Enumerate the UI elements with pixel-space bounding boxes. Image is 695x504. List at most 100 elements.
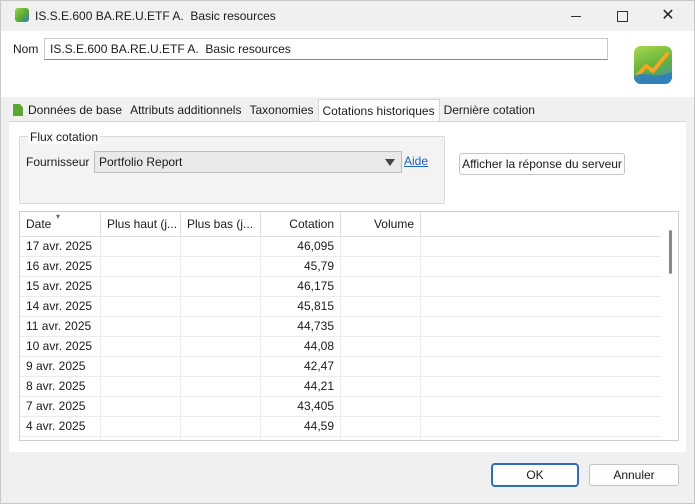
cell-low xyxy=(181,437,261,440)
cell-volume xyxy=(341,337,421,356)
maximize-icon xyxy=(616,10,628,22)
table-row[interactable]: 17 avr. 2025 46,095 xyxy=(20,237,661,257)
cell-filler xyxy=(421,297,661,316)
cell-date: 7 avr. 2025 xyxy=(20,397,101,416)
cell-filler xyxy=(421,257,661,276)
column-header-filler xyxy=(421,212,661,236)
table-row[interactable]: 15 avr. 2025 46,175 xyxy=(20,277,661,297)
cell-low xyxy=(181,277,261,296)
cell-date: 8 avr. 2025 xyxy=(20,377,101,396)
title-bar[interactable]: IS.S.E.600 BA.RE.U.ETF A. Basic resource… xyxy=(1,1,694,31)
table-body: 17 avr. 2025 46,095 16 avr. 2025 45,79 15 av… xyxy=(20,237,661,440)
table-row[interactable]: 9 avr. 2025 42,47 xyxy=(20,357,661,377)
cell-filler xyxy=(421,437,661,440)
table-row[interactable]: 16 avr. 2025 45,79 xyxy=(20,257,661,277)
name-label: Nom xyxy=(13,42,39,56)
cell-date: 4 avr. 2025 xyxy=(20,417,101,436)
cell-date: 9 avr. 2025 xyxy=(20,357,101,376)
cell-volume xyxy=(341,397,421,416)
cell-filler xyxy=(421,397,661,416)
tab-donnees-de-base[interactable]: Données de base xyxy=(9,99,126,121)
cell-close: 46,095 xyxy=(261,237,341,256)
cell-date: 17 avr. 2025 xyxy=(20,237,101,256)
cell-date: 14 avr. 2025 xyxy=(20,297,101,316)
tab-attributs-additionnels[interactable]: Attributs additionnels xyxy=(126,99,245,121)
cell-date: 3 avr. 2025 xyxy=(20,437,101,440)
cell-high xyxy=(101,337,181,356)
ok-button[interactable]: OK xyxy=(491,463,579,487)
close-button[interactable]: ✕ xyxy=(645,1,691,31)
table-row[interactable]: 4 avr. 2025 44,59 xyxy=(20,417,661,437)
cell-date: 16 avr. 2025 xyxy=(20,257,101,276)
cell-low xyxy=(181,357,261,376)
cell-low xyxy=(181,237,261,256)
tab-taxonomies[interactable]: Taxonomies xyxy=(245,99,317,121)
tab-cotations-historiques[interactable]: Cotations historiques xyxy=(317,99,440,122)
table-row[interactable]: 7 avr. 2025 43,405 xyxy=(20,397,661,417)
maximize-button[interactable] xyxy=(599,1,645,31)
cell-date: 10 avr. 2025 xyxy=(20,337,101,356)
cell-low xyxy=(181,257,261,276)
cell-volume xyxy=(341,437,421,440)
cell-filler xyxy=(421,317,661,336)
table-row[interactable]: 11 avr. 2025 44,735 xyxy=(20,317,661,337)
feed-group: Flux cotation Fournisseur Portfolio Repo… xyxy=(19,130,445,204)
dialog-window: IS.S.E.600 BA.RE.U.ETF A. Basic resource… xyxy=(0,0,695,504)
column-header-date[interactable]: ▾ Date xyxy=(20,212,101,236)
app-logo-icon xyxy=(634,46,672,84)
cell-close: 48,175 xyxy=(261,437,341,440)
cell-close: 46,175 xyxy=(261,277,341,296)
tab-panel: Flux cotation Fournisseur Portfolio Repo… xyxy=(9,121,686,452)
column-header-low[interactable]: Plus bas (j... xyxy=(181,212,261,236)
cell-volume xyxy=(341,277,421,296)
cell-volume xyxy=(341,417,421,436)
cell-filler xyxy=(421,337,661,356)
table-row[interactable]: 14 avr. 2025 45,815 xyxy=(20,297,661,317)
cell-low xyxy=(181,397,261,416)
cell-close: 45,815 xyxy=(261,297,341,316)
cell-volume xyxy=(341,237,421,256)
cell-volume xyxy=(341,357,421,376)
cell-high xyxy=(101,297,181,316)
cell-close: 44,08 xyxy=(261,337,341,356)
name-input[interactable]: IS.S.E.600 BA.RE.U.ETF A. Basic resource… xyxy=(44,38,608,60)
cell-low xyxy=(181,337,261,356)
cancel-button[interactable]: Annuler xyxy=(589,464,679,486)
cell-filler xyxy=(421,357,661,376)
app-logo-icon xyxy=(15,8,29,22)
provider-label: Fournisseur xyxy=(26,155,90,169)
table-row[interactable]: 3 avr. 2025 48,175 xyxy=(20,437,661,440)
cell-low xyxy=(181,377,261,396)
cell-volume xyxy=(341,257,421,276)
column-header-high[interactable]: Plus haut (j... xyxy=(101,212,181,236)
table-row[interactable]: 10 avr. 2025 44,08 xyxy=(20,337,661,357)
cell-volume xyxy=(341,317,421,336)
cell-close: 42,47 xyxy=(261,357,341,376)
column-label: Date xyxy=(26,217,52,231)
column-header-close[interactable]: Cotation xyxy=(261,212,341,236)
provider-select[interactable]: Portfolio Report xyxy=(94,151,402,173)
cell-low xyxy=(181,317,261,336)
cell-filler xyxy=(421,417,661,436)
cell-date: 15 avr. 2025 xyxy=(20,277,101,296)
cell-low xyxy=(181,417,261,436)
provider-value: Portfolio Report xyxy=(99,155,183,169)
column-header-volume[interactable]: Volume xyxy=(341,212,421,236)
help-link[interactable]: Aide xyxy=(404,154,428,168)
cell-low xyxy=(181,297,261,316)
cell-high xyxy=(101,397,181,416)
vertical-scrollbar[interactable] xyxy=(669,230,672,274)
dropdown-arrow-icon xyxy=(385,159,395,166)
tab-label: Données de base xyxy=(28,103,123,117)
quotes-table: ▾ Date Plus haut (j... Plus bas (j... Co… xyxy=(19,211,679,441)
table-row[interactable]: 8 avr. 2025 44,21 xyxy=(20,377,661,397)
show-server-response-button[interactable]: Afficher la réponse du serveur xyxy=(459,153,625,175)
group-title: Flux cotation xyxy=(28,130,101,144)
sort-descending-icon: ▾ xyxy=(56,212,61,221)
cell-date: 11 avr. 2025 xyxy=(20,317,101,336)
cell-high xyxy=(101,377,181,396)
tab-derniere-cotation[interactable]: Dernière cotation xyxy=(440,99,539,121)
cell-filler xyxy=(421,277,661,296)
cell-volume xyxy=(341,377,421,396)
minimize-button[interactable] xyxy=(553,1,599,31)
